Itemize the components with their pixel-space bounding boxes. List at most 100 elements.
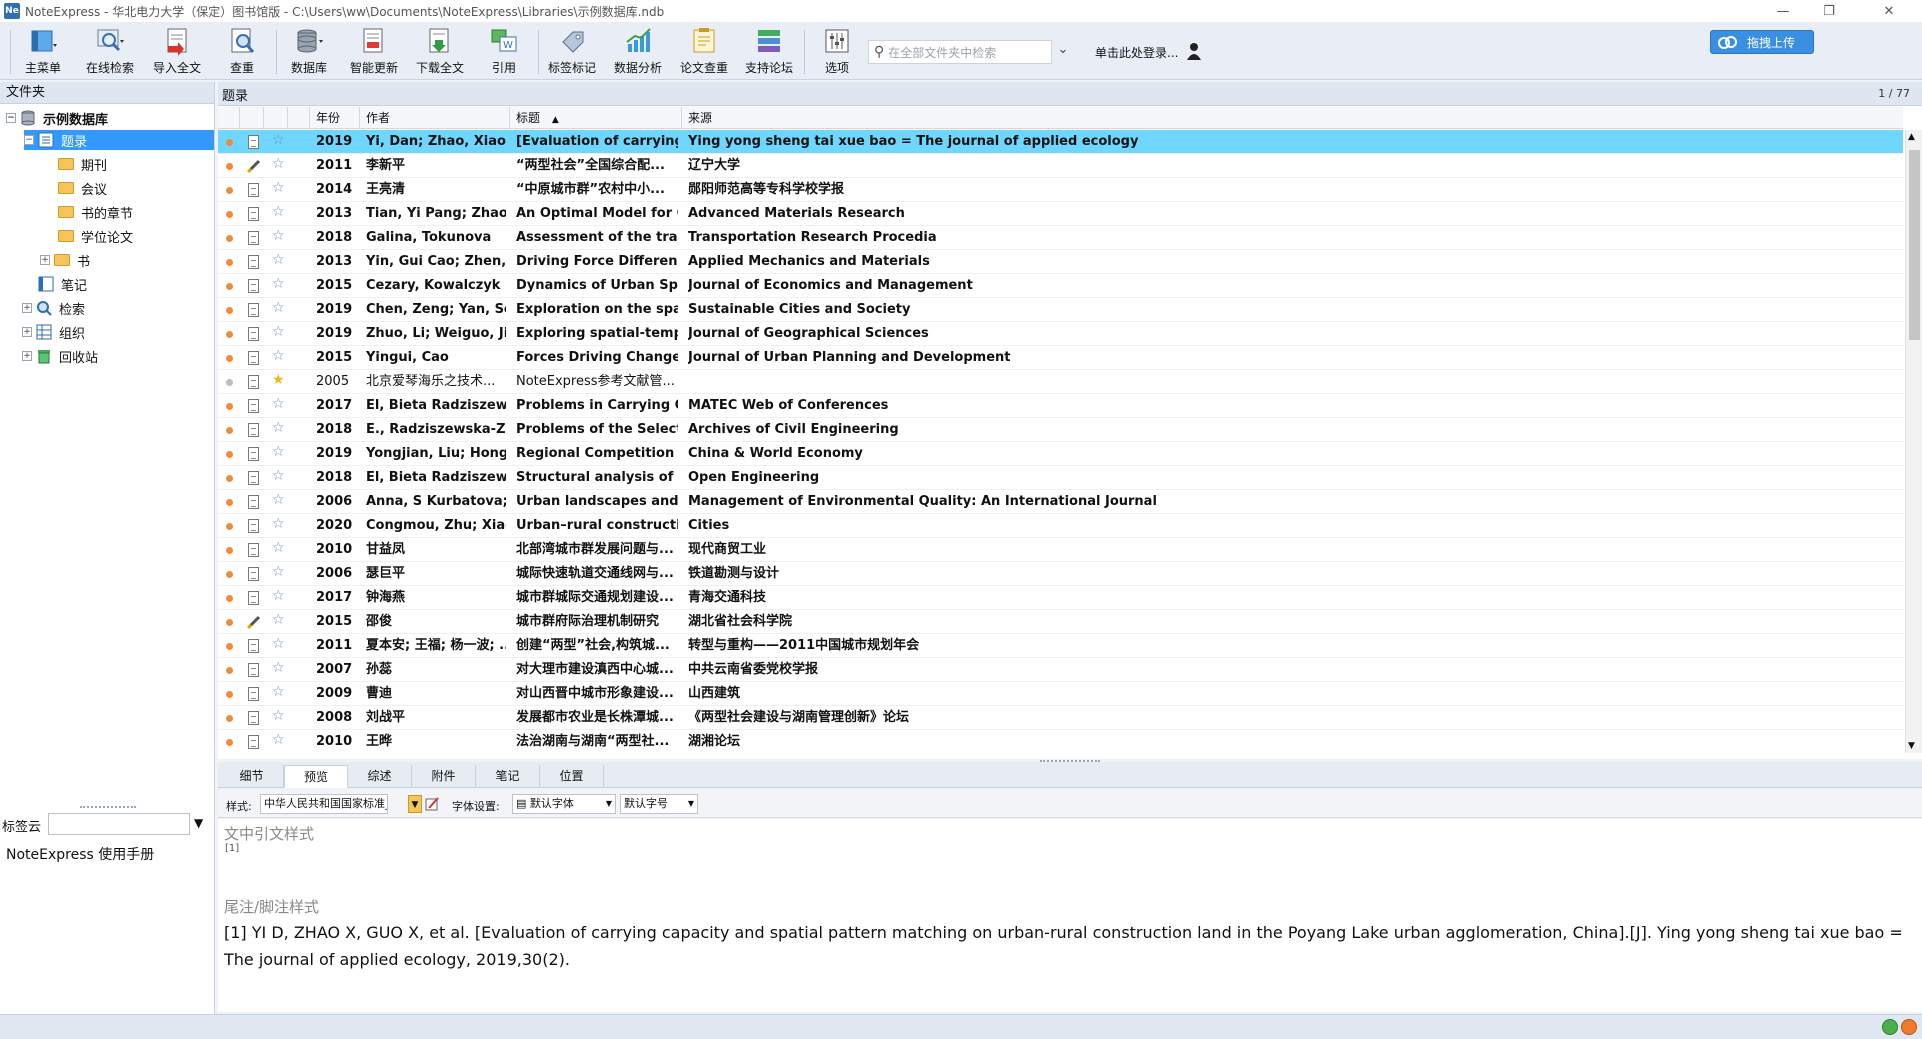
star-icon[interactable]: ☆ xyxy=(272,228,285,244)
table-row[interactable]: ☆ 2017 钟海燕 城市群城际交通规划建设... 青海交通科技 xyxy=(218,586,1903,610)
main-menu-button[interactable]: 主菜单 xyxy=(12,26,74,78)
close-icon[interactable]: ✕ xyxy=(1866,0,1912,22)
table-row[interactable]: ☆ 2007 孙蕊 对大理市建设滇西中心城... 中共云南省委党校学报 xyxy=(218,658,1903,682)
tab-preview[interactable]: 预览 xyxy=(284,765,348,788)
star-icon[interactable]: ☆ xyxy=(272,396,285,412)
sync-status-icon[interactable] xyxy=(1882,1019,1898,1035)
star-icon[interactable]: ☆ xyxy=(272,516,285,532)
star-icon[interactable]: ☆ xyxy=(272,300,285,316)
notification-icon[interactable] xyxy=(1901,1019,1917,1035)
expand-icon[interactable]: + xyxy=(40,255,50,265)
tree-item-references[interactable]: − 题录 xyxy=(24,130,214,150)
tag-cloud-item[interactable]: NoteExpress 使用手册 xyxy=(6,844,154,864)
tree-item-conferences[interactable]: 会议 xyxy=(58,178,107,198)
column-title[interactable]: 标题 ▲ xyxy=(510,107,682,129)
table-row[interactable]: ☆ 2020 Congmou, Zhu; Xiao Urban–rural const… xyxy=(218,514,1903,538)
table-row[interactable]: ☆ 2006 瑟巨平 城际快速轨道交通线网与... 铁道勘测与设计 xyxy=(218,562,1903,586)
star-icon[interactable]: ☆ xyxy=(272,540,285,556)
table-row[interactable]: ☆ 2017 El, Bieta Radziszewsl Problems in Ca… xyxy=(218,394,1903,418)
search-input[interactable]: ⚲ 在全部文件夹中检索 xyxy=(868,40,1052,64)
scroll-down-icon[interactable]: ▼ xyxy=(1908,741,1915,751)
table-row[interactable]: ☆ 2018 E., Radziszewska-Zie Problems of the… xyxy=(218,418,1903,442)
tab-summary[interactable]: 综述 xyxy=(348,765,412,788)
table-row[interactable]: ☆ 2019 Zhuo, Li; Weiguo, Jia Exploring spat… xyxy=(218,322,1903,346)
table-row[interactable]: ☆ 2011 夏本安; 王福; 杨一波; .. 创建“两型”社会,构筑城... 转型与重… xyxy=(218,634,1903,658)
table-row[interactable]: ☆ 2015 Cezary, Kowalczyk Dynamics of Urban … xyxy=(218,274,1903,298)
scroll-up-icon[interactable]: ▲ xyxy=(1908,132,1915,142)
table-row[interactable]: ☆ 2006 Anna, S Kurbatova; .. Urban landscap… xyxy=(218,490,1903,514)
edit-style-icon[interactable] xyxy=(424,796,440,812)
star-icon[interactable]: ☆ xyxy=(272,252,285,268)
column-status[interactable] xyxy=(218,107,240,129)
star-icon[interactable]: ☆ xyxy=(272,612,285,628)
font-size-select[interactable]: 默认字号 ▼ xyxy=(620,794,698,814)
table-row[interactable]: ☆ 2019 Yi, Dan; Zhao, Xiao-... [Evaluation … xyxy=(218,130,1903,154)
login-link[interactable]: 单击此处登录... xyxy=(1095,44,1178,61)
column-priority[interactable] xyxy=(288,107,310,129)
table-row[interactable]: ☆ 2010 甘益凤 北部湾城市群发展问题与... 现代商贸工业 xyxy=(218,538,1903,562)
star-icon[interactable]: ☆ xyxy=(272,420,285,436)
table-row[interactable]: ☆ 2008 刘战平 发展都市农业是长株潭城... 《两型社会建设与湖南管理创新》论坛 xyxy=(218,706,1903,730)
table-row[interactable]: ☆ 2018 Galina, Tokunova Assessment of the t… xyxy=(218,226,1903,250)
cite-button[interactable]: W 引用 xyxy=(473,26,535,78)
font-select[interactable]: ▤ 默认字体 ▼ xyxy=(512,794,616,814)
duplicate-check-button[interactable]: 查重 xyxy=(211,26,273,78)
table-row[interactable]: ☆ 2010 王晔 法治湖南与湖南“两型社... 湖湘论坛 xyxy=(218,730,1903,753)
star-icon[interactable]: ☆ xyxy=(272,276,285,292)
star-icon[interactable]: ☆ xyxy=(272,684,285,700)
table-row[interactable]: ★ 2005 北京爱琴海乐之技术... NoteExpress参考文献管... xyxy=(218,370,1903,394)
smart-update-button[interactable]: 智能更新 xyxy=(343,26,405,78)
vertical-scrollbar[interactable]: ▲ ▼ xyxy=(1905,130,1922,753)
column-source[interactable]: 来源 xyxy=(682,107,1903,129)
star-icon[interactable]: ☆ xyxy=(272,324,285,340)
column-year[interactable]: 年份 xyxy=(310,107,360,129)
data-analysis-button[interactable]: 数据分析 xyxy=(607,26,669,78)
scrollbar-thumb[interactable] xyxy=(1909,150,1920,340)
tag-mark-button[interactable]: 标签标记 xyxy=(541,26,603,78)
table-row[interactable]: ☆ 2015 Yingui, Cao Forces Driving Changes Jo… xyxy=(218,346,1903,370)
star-icon[interactable]: ☆ xyxy=(272,132,285,148)
table-row[interactable]: ☆ 2019 Yongjian, Liu; Hong, Regional Compet… xyxy=(218,442,1903,466)
tab-attachments[interactable]: 附件 xyxy=(412,765,476,788)
expand-icon[interactable]: + xyxy=(22,303,32,313)
star-icon[interactable]: ☆ xyxy=(272,180,285,196)
table-row[interactable]: ☆ 2018 El, Bieta Radziszewsl Structural ana… xyxy=(218,466,1903,490)
tree-item-database[interactable]: − 示例数据库 xyxy=(6,108,108,128)
expand-icon[interactable]: + xyxy=(22,351,32,361)
table-row[interactable]: ☆ 2011 李新平 “两型社会”全国综合配... 辽宁大学 xyxy=(218,154,1903,178)
column-star[interactable] xyxy=(264,107,288,129)
star-icon[interactable]: ☆ xyxy=(272,156,285,172)
upload-button[interactable]: 拖拽上传 xyxy=(1710,30,1814,54)
tree-item-books[interactable]: + 书 xyxy=(40,250,90,270)
column-author[interactable]: 作者 xyxy=(360,107,510,129)
star-icon[interactable]: ☆ xyxy=(272,204,285,220)
tab-details[interactable]: 细节 xyxy=(220,765,284,788)
star-icon[interactable]: ☆ xyxy=(272,636,285,652)
star-icon[interactable]: ☆ xyxy=(272,660,285,676)
star-icon[interactable]: ☆ xyxy=(272,348,285,364)
star-icon[interactable]: ☆ xyxy=(272,708,285,724)
table-row[interactable]: ☆ 2014 王亮清 “中原城市群”农村中小... 郧阳师范高等专科学校学报 xyxy=(218,178,1903,202)
tab-location[interactable]: 位置 xyxy=(540,765,604,788)
support-forum-button[interactable]: 支持论坛 xyxy=(738,26,800,78)
tag-cloud-input[interactable] xyxy=(48,813,190,835)
import-fulltext-button[interactable]: 导入全文 xyxy=(146,26,208,78)
restore-icon[interactable]: ❐ xyxy=(1806,0,1852,22)
tab-notes[interactable]: 笔记 xyxy=(476,765,540,788)
splitter-handle[interactable] xyxy=(80,806,136,808)
collapse-icon[interactable]: − xyxy=(24,135,34,145)
database-button[interactable]: 数据库 xyxy=(278,26,340,78)
table-row[interactable]: ☆ 2009 曹迪 对山西晋中城市形象建设... 山西建筑 xyxy=(218,682,1903,706)
table-row[interactable]: ☆ 2013 Yin, Gui Cao; Zhen, .. Driving Force… xyxy=(218,250,1903,274)
column-attachment[interactable] xyxy=(240,107,264,129)
star-icon[interactable]: ☆ xyxy=(272,732,285,748)
star-icon[interactable]: ★ xyxy=(272,372,285,388)
collapse-icon[interactable]: − xyxy=(6,113,16,123)
options-button[interactable]: 选项 xyxy=(806,26,868,78)
tree-item-search[interactable]: + 检索 xyxy=(22,298,85,318)
user-icon[interactable] xyxy=(1186,42,1202,60)
tree-item-notes[interactable]: 笔记 xyxy=(38,274,87,294)
search-dropdown-icon[interactable]: ⌄ xyxy=(1054,42,1072,62)
star-icon[interactable]: ☆ xyxy=(272,468,285,484)
tree-item-theses[interactable]: 学位论文 xyxy=(58,226,133,246)
